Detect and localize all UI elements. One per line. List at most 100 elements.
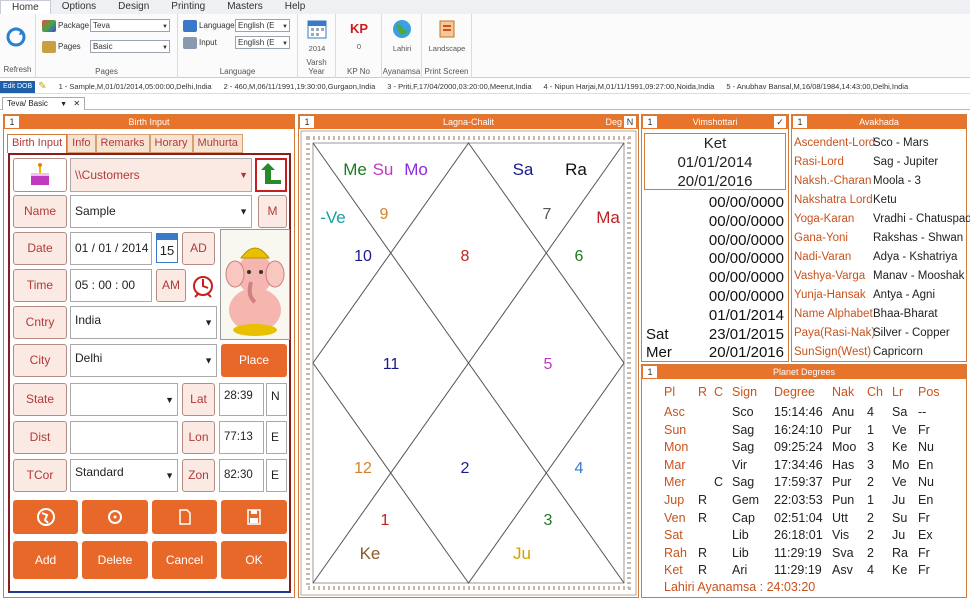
tab-info[interactable]: Info (67, 134, 96, 153)
print-group: Landscape Print Screen (422, 14, 472, 78)
save-button[interactable] (221, 500, 287, 534)
north-toggle[interactable]: N (624, 116, 636, 128)
table-cell: En (918, 493, 934, 507)
menu-printing[interactable]: Printing (160, 0, 216, 14)
language-select[interactable]: English (E ▼ (235, 19, 290, 32)
avakhada-value: Bhaa-Bharat (873, 308, 938, 320)
avakhada-row: Yoga-Karan Vradhi - Chatuspada (794, 213, 970, 225)
calendar-icon (307, 20, 327, 39)
tab-horary[interactable]: Horary (149, 134, 193, 153)
table-cell: Rah (664, 545, 687, 560)
planet-degrees-panel: 1 Planet Degrees Pl R C Sign Degree Nak Ch Lr Po… (641, 364, 967, 598)
record-item[interactable]: 1 - Sample,M,01/01/2014,05:00:00,Delhi,I… (59, 82, 212, 91)
table-cell: 02:51:04 (774, 510, 823, 525)
column-header: Ch (867, 385, 883, 399)
lagna-chalit-panel: 1 Lagna-Chalit Deg N 10 8 6 9 7 11 5 12 2 4 1 3 Me S… (298, 114, 639, 598)
birth-tabs: Birth Input Info Remarks Horary Muhurta (7, 134, 243, 153)
menu-design[interactable]: Design (107, 0, 160, 14)
menu-options[interactable]: Options (51, 0, 107, 14)
landscape-button[interactable]: Landscape (426, 18, 468, 53)
lon-input[interactable]: 77:13 (219, 421, 264, 454)
kp-button[interactable]: KP 0 (346, 18, 372, 51)
table-cell: 15:14:46 (774, 405, 823, 419)
menu-masters[interactable]: Masters (216, 0, 274, 14)
menu-home[interactable]: Home (0, 0, 51, 14)
clock-button[interactable] (190, 269, 216, 302)
target-button[interactable] (82, 500, 148, 534)
city-select[interactable]: Delhi ▼ (70, 344, 217, 377)
new-document-button[interactable] (152, 500, 217, 534)
record-item[interactable]: 4 - Nipun Harjai,M,01/11/1991,09:27:00,N… (544, 82, 715, 91)
pencil-icon[interactable]: ✎ (38, 81, 46, 92)
calendar-button[interactable]: 15 (156, 233, 178, 263)
pages-select[interactable]: Basic ▼ (90, 40, 170, 53)
lagna-chart[interactable]: 10 8 6 9 7 11 5 12 2 4 1 3 Me Su Mo Sa Ra -Ve Ma Ke Ju (299, 129, 638, 597)
table-cell: Lib (732, 528, 749, 543)
table-cell: 2 (867, 528, 874, 543)
ad-button[interactable]: AD (182, 232, 215, 265)
time-input[interactable]: 05 : 00 : 00 (70, 269, 152, 302)
planet-label: Ma (596, 208, 620, 227)
date-input[interactable]: 01 / 01 / 2014 (70, 232, 152, 265)
state-select[interactable]: ▼ (70, 383, 178, 416)
district-input[interactable] (70, 421, 178, 454)
record-item[interactable]: 3 - Priti,F,17/04/2000,03:20:00,Meerut,I… (387, 82, 531, 91)
go-back-button[interactable] (255, 158, 287, 192)
delete-button[interactable]: Delete (82, 541, 148, 579)
globe-button[interactable] (13, 500, 78, 534)
ok-button[interactable]: OK (221, 541, 287, 579)
table-cell: Ju (892, 493, 906, 507)
refresh-button[interactable] (5, 26, 27, 52)
dasha-summary: Ket 01/01/2014 20/01/2016 (644, 133, 786, 190)
gender-button[interactable]: M (258, 195, 287, 228)
varsh-year-button[interactable]: 2014 (304, 18, 330, 53)
avakhada-value: Ketu (873, 194, 897, 206)
deg-toggle[interactable]: Deg (605, 115, 622, 129)
column-header: Pl (664, 385, 676, 399)
avakhada-key: Name Alphabet (794, 308, 873, 320)
tab-muhurta[interactable]: Muhurta (192, 134, 243, 153)
table-cell: 26:18:01 (774, 528, 823, 543)
ayanamsa-button[interactable]: Lahiri (389, 18, 415, 53)
pages-label: Pages (58, 42, 81, 51)
birth-input-header: 1 Birth Input (4, 115, 294, 129)
customers-button[interactable] (13, 158, 67, 192)
zone-input[interactable]: 82:30 (219, 459, 264, 492)
globe-icon (393, 20, 411, 38)
close-icon[interactable]: ✕ (73, 99, 80, 108)
tab-birth-input[interactable]: Birth Input (7, 134, 68, 153)
checkbox[interactable]: ✓ (774, 116, 786, 128)
table-cell: Sa (892, 405, 908, 419)
document-tab[interactable]: Teva/ Basic ▼ ✕ (2, 97, 86, 110)
zone-direction[interactable]: E (266, 459, 287, 492)
chevron-down-icon[interactable]: ▼ (60, 101, 67, 108)
tab-remarks[interactable]: Remarks (95, 134, 150, 153)
avakhada-value: Capricorn (873, 346, 923, 358)
menu-help[interactable]: Help (274, 0, 317, 14)
dasha-date: 00/00/0000 (708, 212, 784, 230)
lon-direction[interactable]: E (266, 421, 287, 454)
am-pm-button[interactable]: AM (156, 269, 186, 302)
place-finder-button[interactable]: Place Finder (221, 344, 287, 400)
customers-select[interactable]: \\Customers ▼ (70, 158, 252, 192)
table-cell: Asv (832, 563, 853, 578)
language-group: Language English (E ▼ Input English (E ▼ L… (178, 14, 298, 78)
table-cell: Su (892, 510, 908, 525)
edit-dob-button[interactable]: Edit DOB (0, 80, 36, 93)
planet-label: Ke (360, 544, 381, 563)
lat-input[interactable]: 28:39 (219, 383, 264, 416)
dist-label: Dist (13, 421, 67, 454)
city-label: City (13, 344, 67, 377)
input-select[interactable]: English (E ▼ (235, 36, 290, 49)
lat-direction[interactable]: N (266, 383, 287, 416)
country-label: Cntry (13, 306, 67, 339)
package-select[interactable]: Teva ▼ (90, 19, 170, 32)
avakhada-value: Sco - Mars (873, 137, 929, 149)
country-select[interactable]: India ▼ (70, 306, 217, 339)
add-button[interactable]: Add (13, 541, 78, 579)
record-item[interactable]: 2 - 460,M,06/11/1991,19:30:00,Gurgaon,In… (224, 82, 376, 91)
cancel-button[interactable]: Cancel (152, 541, 217, 579)
tcor-select[interactable]: Standard ▼ (70, 459, 178, 492)
record-item[interactable]: 5 - Anubhav Bansal,M,16/08/1984,14:43:00… (726, 82, 908, 91)
name-input[interactable]: Sample ▼ (70, 195, 252, 228)
